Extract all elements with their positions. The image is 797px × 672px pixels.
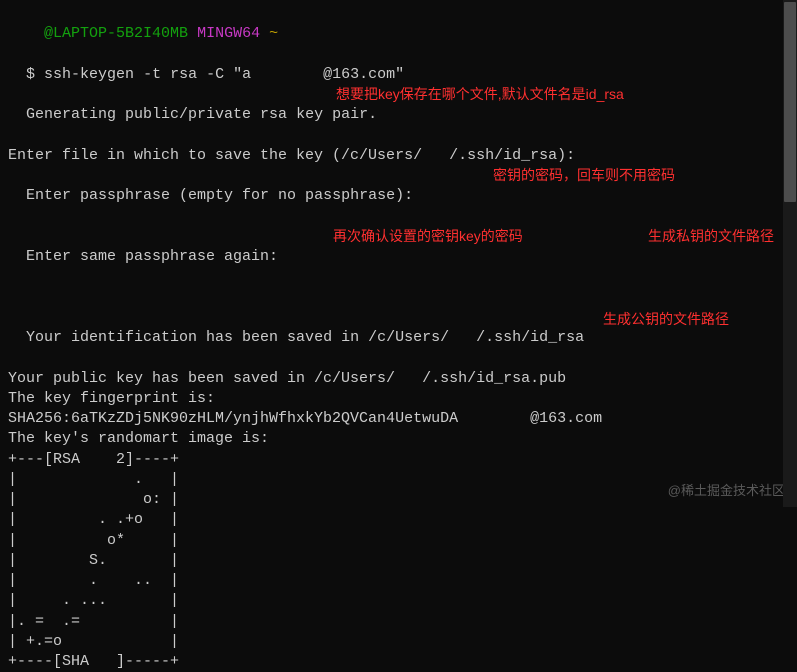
randomart-line: |. = .= | bbox=[8, 612, 789, 632]
scrollbar-track[interactable] bbox=[783, 0, 797, 507]
out-text: Your identification has been saved in /c… bbox=[26, 329, 584, 346]
annotation-passphrase-again: 再次确认设置的密钥key的密码 bbox=[333, 227, 523, 246]
output-passphrase-again: Enter same passphrase again: 再次确认设置的密钥ke… bbox=[8, 227, 789, 308]
annotation-passphrase: 密钥的密码，回车则不用密码 bbox=[493, 166, 675, 185]
output-fingerprint-label: The key fingerprint is: bbox=[8, 389, 789, 409]
randomart-line: | o* | bbox=[8, 531, 789, 551]
annotation-private-key-path: 生成私钥的文件路径 bbox=[648, 227, 774, 246]
env-label: MINGW64 bbox=[197, 25, 260, 42]
out-text: key pair. bbox=[296, 106, 377, 123]
prompt-line: @LAPTOP-5B2I40MB MINGW64 ~ bbox=[8, 4, 789, 45]
command-line[interactable]: $ ssh-keygen -t rsa -C "a @163.com" bbox=[8, 45, 789, 86]
randomart-line: | +.=o | bbox=[8, 632, 789, 652]
out-text: Generating public/private rsa bbox=[26, 106, 296, 123]
output-id-saved: Your identification has been saved in /c… bbox=[8, 308, 789, 369]
output-pub-saved: Your public key has been saved in /c/Use… bbox=[8, 369, 789, 389]
randomart-line: | . .+o | bbox=[8, 510, 789, 530]
output-generating: Generating public/private rsa key pair. … bbox=[8, 85, 789, 146]
output-enter-file: Enter file in which to save the key (/c/… bbox=[8, 146, 789, 166]
randomart-line: +---[RSA 2]----+ bbox=[8, 450, 789, 470]
output-randomart-label: The key's randomart image is: bbox=[8, 429, 789, 449]
randomart-line: | S. | bbox=[8, 551, 789, 571]
output-fingerprint: SHA256:6aTKzZDj5NK90zHLM/ynjhWfhxkYb2QVC… bbox=[8, 409, 789, 429]
prompt-symbol: $ bbox=[26, 66, 35, 83]
watermark: @稀土掘金技术社区 bbox=[668, 480, 785, 499]
randomart-line: | . .. | bbox=[8, 571, 789, 591]
user-host: @LAPTOP-5B2I40MB bbox=[26, 25, 188, 42]
annotation-save-file: 想要把key保存在哪个文件,默认文件名是id_rsa bbox=[336, 85, 624, 104]
scrollbar-thumb[interactable] bbox=[784, 2, 796, 202]
output-passphrase: Enter passphrase (empty for no passphras… bbox=[8, 166, 789, 227]
randomart-line: | . ... | bbox=[8, 591, 789, 611]
path-label: ~ bbox=[269, 25, 278, 42]
annotation-public-key-path: 生成公钥的文件路径 bbox=[603, 310, 729, 329]
out-text: Enter same passphrase again: bbox=[26, 248, 278, 265]
out-text: Enter passphrase (empty for no passphras… bbox=[26, 187, 413, 204]
command-text: ssh-keygen -t rsa -C "a @163.com" bbox=[44, 66, 404, 83]
randomart-line: +----[SHA ]-----+ bbox=[8, 652, 789, 672]
